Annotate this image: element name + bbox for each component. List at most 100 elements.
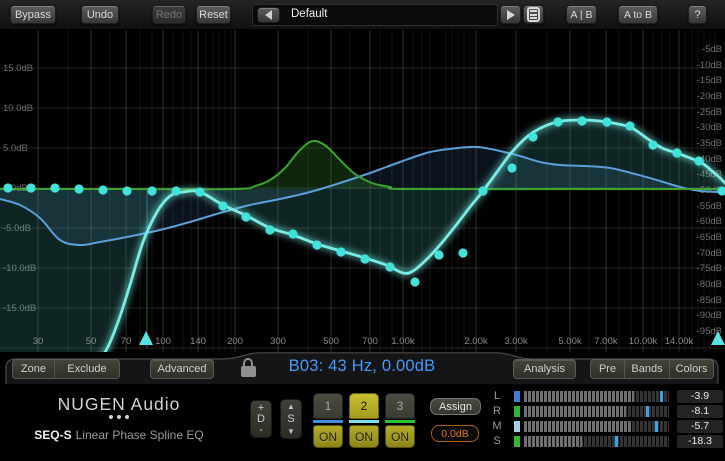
exclude-button[interactable]: Exclude xyxy=(55,360,119,378)
left-arrow-icon xyxy=(265,10,272,20)
undo-button[interactable]: Undo xyxy=(81,5,119,24)
band-on-toggle[interactable]: ON xyxy=(349,425,379,448)
meter-bar xyxy=(524,436,669,447)
meter-channel-label: L xyxy=(490,390,504,403)
list-icon xyxy=(527,7,540,22)
analyzer-axis-label: -60dB xyxy=(697,216,722,227)
spline-node[interactable] xyxy=(195,187,204,196)
spline-node[interactable] xyxy=(577,116,586,125)
spline-node[interactable] xyxy=(385,262,394,271)
analyzer-axis-label: -70dB xyxy=(697,248,722,259)
bypass-button[interactable]: Bypass xyxy=(10,5,56,24)
meter-value-readout: -8.1 xyxy=(677,405,723,418)
assign-gain-readout[interactable]: 0.0dB xyxy=(431,425,479,442)
preset-next-button[interactable] xyxy=(500,5,521,24)
spline-node[interactable] xyxy=(672,148,681,157)
meter-bar-fill xyxy=(524,421,631,432)
analyzer-axis-label: -90dB xyxy=(697,310,722,321)
meter-bar-fill xyxy=(524,436,582,447)
analyzer-axis-label: -30dB xyxy=(697,122,722,133)
meter-bar-fill xyxy=(524,391,634,402)
band-3-button[interactable]: 3 ON xyxy=(385,393,415,448)
meter-channel-chip xyxy=(514,406,520,417)
product-tagline: SEQ-SLinear Phase Spline EQ xyxy=(0,428,238,442)
play-icon xyxy=(507,10,515,20)
freq-axis-label: 14.00k xyxy=(665,336,694,347)
up-arrow-icon[interactable]: ▲ xyxy=(287,402,295,411)
band-2-button[interactable]: 2 ON xyxy=(349,393,379,448)
zone-button[interactable]: Zone xyxy=(13,360,55,378)
pre-button[interactable]: Pre xyxy=(591,360,625,378)
brand-logo: NUGEN Audio xyxy=(0,394,238,415)
spline-node[interactable] xyxy=(648,140,657,149)
down-arrow-icon[interactable]: ▼ xyxy=(287,427,295,436)
db-axis-label: 5.0dB xyxy=(3,143,28,154)
spline-node[interactable] xyxy=(434,250,443,259)
spline-node[interactable] xyxy=(528,132,537,141)
assign-button[interactable]: Assign xyxy=(430,398,481,415)
band-on-toggle[interactable]: ON xyxy=(385,425,415,448)
preset-list-button[interactable] xyxy=(523,5,544,24)
spline-node[interactable] xyxy=(26,183,35,192)
freq-axis-label: 300 xyxy=(270,336,286,347)
spline-node[interactable] xyxy=(122,186,131,195)
advanced-button[interactable]: Advanced xyxy=(150,359,214,379)
header-bar: Bypass Undo Redo Reset Default A | B A t… xyxy=(0,0,725,30)
meter-channel-chip xyxy=(514,436,520,447)
spline-node[interactable] xyxy=(74,184,83,193)
band-frequency-marker[interactable] xyxy=(139,331,153,345)
analyzer-axis-label: -20dB xyxy=(697,91,722,102)
bands-button[interactable]: Bands xyxy=(625,360,670,378)
meter-channel-label: S xyxy=(490,435,504,448)
spline-node[interactable] xyxy=(478,186,487,195)
preset-previous-button[interactable] xyxy=(257,7,280,23)
spline-node[interactable] xyxy=(458,248,467,257)
redo-button[interactable]: Redo xyxy=(152,5,186,24)
a-to-b-button[interactable]: A to B xyxy=(618,5,658,24)
spline-node[interactable] xyxy=(360,254,369,263)
delete-band-stepper[interactable]: + D - xyxy=(250,400,272,438)
spline-node[interactable] xyxy=(288,229,297,238)
db-axis-label: 15.0dB xyxy=(3,63,33,74)
spline-node[interactable] xyxy=(553,117,562,126)
preset-display: Default xyxy=(252,4,498,26)
colors-button[interactable]: Colors xyxy=(670,360,713,378)
spline-node[interactable] xyxy=(625,121,634,130)
spline-node[interactable] xyxy=(265,225,274,234)
freq-axis-label: 70 xyxy=(121,336,132,347)
spline-node[interactable] xyxy=(507,163,516,172)
meter-bar-fill xyxy=(524,406,626,417)
spline-node[interactable] xyxy=(50,183,59,192)
lock-icon[interactable] xyxy=(240,358,257,378)
spline-node[interactable] xyxy=(241,212,250,221)
freq-axis-label: 10.00k xyxy=(629,336,658,347)
spline-node[interactable] xyxy=(171,186,180,195)
band-number[interactable]: 1 xyxy=(313,393,343,419)
analyzer-axis-label: -15dB xyxy=(697,75,722,86)
band-number[interactable]: 2 xyxy=(349,393,379,419)
spline-node[interactable] xyxy=(336,247,345,256)
spline-node[interactable] xyxy=(218,201,227,210)
eq-graph-canvas[interactable]: 15.0dB10.0dB5.0dB0.0dB-5.0dB-10.0dB-15.0… xyxy=(0,30,725,352)
band-on-toggle[interactable]: ON xyxy=(313,425,343,448)
meter-value-readout: -18.3 xyxy=(677,435,723,448)
spline-node[interactable] xyxy=(694,156,703,165)
spline-node[interactable] xyxy=(312,240,321,249)
analysis-button[interactable]: Analysis xyxy=(513,359,576,379)
help-button[interactable]: ? xyxy=(688,5,707,24)
spline-node[interactable] xyxy=(147,186,156,195)
spline-node[interactable] xyxy=(98,185,107,194)
ab-compare-button[interactable]: A | B xyxy=(566,5,597,24)
minus-icon[interactable]: - xyxy=(259,425,263,436)
eq-graph[interactable]: 15.0dB10.0dB5.0dB0.0dB-5.0dB-10.0dB-15.0… xyxy=(0,30,725,352)
analyzer-axis-label: -80dB xyxy=(697,279,722,290)
spline-node[interactable] xyxy=(3,183,12,192)
band-1-button[interactable]: 1 ON xyxy=(313,393,343,448)
solo-stepper[interactable]: ▲ S ▼ xyxy=(280,399,302,439)
meter-channel-label: R xyxy=(490,405,504,418)
spline-node[interactable] xyxy=(410,277,419,286)
spline-node[interactable] xyxy=(602,117,611,126)
band-number[interactable]: 3 xyxy=(385,393,415,419)
reset-button[interactable]: Reset xyxy=(196,5,231,24)
lower-toolbar: Zone Exclude Advanced B03: 43 Hz, 0.00dB… xyxy=(0,352,725,384)
